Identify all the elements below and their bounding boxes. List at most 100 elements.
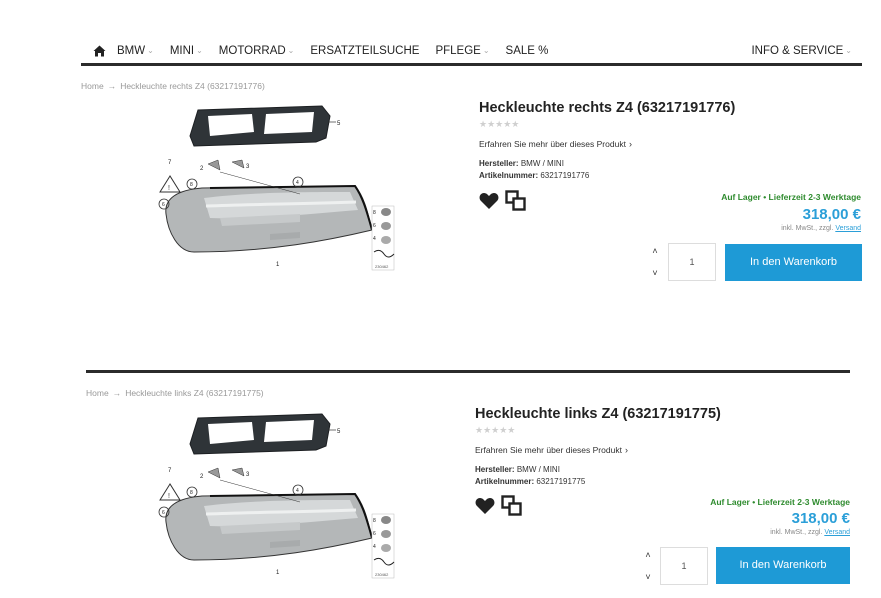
rating-stars: ★★★★★: [475, 425, 516, 435]
learn-more-link[interactable]: Erfahren Sie mehr über dieses Produkt ›: [479, 139, 735, 149]
compare-icon[interactable]: [501, 495, 523, 517]
product-meta: Hersteller: BMW / MINI Artikelnummer: 63…: [479, 158, 735, 182]
nav-item-ersatzteilsuche[interactable]: ERSATZTEILSUCHE: [310, 38, 419, 63]
product-title[interactable]: Heckleuchte links Z4 (63217191775): [475, 406, 721, 422]
svg-text:5: 5: [337, 429, 341, 435]
svg-text:8: 8: [190, 182, 193, 188]
manufacturer-label: Hersteller:: [475, 465, 515, 474]
svg-text:8: 8: [373, 210, 376, 216]
svg-text:6: 6: [162, 510, 165, 516]
add-to-cart-button[interactable]: In den Warenkorb: [725, 244, 862, 281]
shipping-link[interactable]: Versand: [835, 225, 861, 232]
breadcrumb-current[interactable]: Heckleuchte links Z4 (63217191775): [125, 388, 263, 398]
chevron-up-icon[interactable]: ˄: [652, 243, 657, 259]
quantity-input[interactable]: 1: [668, 243, 716, 281]
nav-item-motorrad[interactable]: MOTORRAD ⌄: [219, 38, 295, 63]
chevron-down-icon: ⌄: [196, 46, 203, 55]
article-label: Artikelnummer:: [475, 477, 535, 486]
svg-text:6: 6: [162, 202, 165, 208]
diagram-code: 230462: [375, 264, 389, 269]
breadcrumb: Home → Heckleuchte links Z4 (63217191775): [86, 388, 264, 398]
svg-text:!: !: [168, 493, 170, 500]
breadcrumb-home[interactable]: Home: [86, 388, 109, 398]
tax-note: inkl. MwSt., zzgl. Versand: [781, 225, 861, 232]
add-to-cart-button[interactable]: In den Warenkorb: [716, 547, 850, 584]
manufacturer-label: Hersteller:: [479, 159, 519, 168]
nav-item-pflege[interactable]: PFLEGE ⌄: [435, 38, 489, 63]
product-divider: [86, 370, 850, 373]
tax-note-text: inkl. MwSt., zzgl.: [770, 529, 823, 536]
svg-text:4: 4: [373, 544, 376, 550]
svg-text:6: 6: [373, 223, 376, 229]
article-value: 63217191776: [540, 171, 590, 180]
nav-item-bmw[interactable]: BMW ⌄: [117, 38, 154, 63]
nav-item-label: SALE %: [505, 44, 549, 57]
heart-icon[interactable]: [479, 192, 499, 210]
nav-item-mini[interactable]: MINI ⌄: [170, 38, 203, 63]
shipping-link[interactable]: Versand: [824, 529, 850, 536]
product-info: Heckleuchte rechts Z4 (63217191776) ★★★★…: [479, 100, 735, 182]
product-info: Heckleuchte links Z4 (63217191775) ★★★★★…: [475, 406, 721, 488]
main-navigation: BMW ⌄ MINI ⌄ MOTORRAD ⌄ ERSATZTEILSUCHE …: [81, 38, 862, 66]
chevron-down-icon: ⌄: [287, 46, 295, 55]
quantity-stepper[interactable]: ˄ ˅: [638, 547, 658, 585]
article-label: Artikelnummer:: [479, 171, 539, 180]
nav-item-label: PFLEGE: [435, 44, 481, 57]
manufacturer-value: BMW / MINI: [520, 159, 564, 168]
quantity-stepper[interactable]: ˄ ˅: [645, 243, 665, 281]
home-button[interactable]: [81, 38, 117, 63]
chevron-up-icon[interactable]: ˄: [645, 547, 650, 563]
svg-text:1: 1: [276, 570, 280, 576]
nav-item-sale[interactable]: SALE %: [506, 38, 549, 63]
stock-status: Auf Lager • Lieferzeit 2-3 Werktage: [710, 497, 850, 507]
arrow-right-icon: →: [112, 388, 122, 398]
product-actions: [475, 495, 523, 517]
nav-item-label: ERSATZTEILSUCHE: [310, 44, 420, 57]
tax-note-text: inkl. MwSt., zzgl.: [781, 225, 834, 232]
chevron-down-icon: ⌄: [482, 46, 490, 55]
chevron-right-icon: ›: [624, 445, 628, 455]
stock-status: Auf Lager • Lieferzeit 2-3 Werktage: [721, 192, 861, 202]
product-price: 318,00 €: [791, 510, 850, 527]
chevron-down-icon[interactable]: ˅: [645, 569, 650, 585]
heart-icon[interactable]: [475, 497, 495, 515]
chevron-down-icon: ⌄: [147, 46, 154, 55]
svg-text:1: 1: [276, 262, 280, 268]
product-meta: Hersteller: BMW / MINI Artikelnummer: 63…: [475, 464, 721, 488]
nav-item-label: MINI: [169, 44, 195, 57]
nav-item-label: BMW: [117, 44, 146, 57]
svg-text:5: 5: [337, 121, 341, 127]
product-image[interactable]: 5 7 ! 8 6 2 3 4 1 8 6 4 230462: [150, 102, 400, 274]
chevron-down-icon[interactable]: ˅: [652, 265, 657, 281]
product-price: 318,00 €: [802, 206, 861, 223]
learn-more-label: Erfahren Sie mehr über dieses Produkt: [479, 139, 626, 149]
svg-text:6: 6: [373, 531, 376, 537]
tax-note: inkl. MwSt., zzgl. Versand: [770, 529, 850, 536]
svg-text:3: 3: [246, 164, 250, 170]
quantity-input[interactable]: 1: [660, 547, 708, 585]
svg-text:4: 4: [373, 236, 376, 242]
svg-text:8: 8: [373, 518, 376, 524]
product-image[interactable]: 5 7 ! 8 6 2 3 4 1 8 6 4 230462: [150, 410, 400, 582]
svg-text:7: 7: [168, 160, 172, 166]
breadcrumb-home[interactable]: Home: [81, 81, 104, 91]
chevron-right-icon: ›: [628, 139, 632, 149]
svg-text:2: 2: [200, 474, 204, 480]
compare-icon[interactable]: [505, 190, 527, 212]
home-icon: [93, 45, 105, 56]
svg-text:3: 3: [246, 472, 250, 478]
product-actions: [479, 190, 527, 212]
diagram-code: 230462: [375, 572, 389, 577]
article-value: 63217191775: [536, 477, 586, 486]
svg-text:!: !: [168, 185, 170, 192]
nav-item-label: MOTORRAD: [218, 44, 286, 57]
product-title[interactable]: Heckleuchte rechts Z4 (63217191776): [479, 100, 735, 116]
svg-text:7: 7: [168, 468, 172, 474]
nav-item-info-service[interactable]: INFO & SERVICE ⌄: [751, 38, 852, 63]
learn-more-link[interactable]: Erfahren Sie mehr über dieses Produkt ›: [475, 445, 721, 455]
svg-text:8: 8: [190, 490, 193, 496]
learn-more-label: Erfahren Sie mehr über dieses Produkt: [475, 445, 622, 455]
arrow-right-icon: →: [107, 81, 117, 91]
breadcrumb-current[interactable]: Heckleuchte rechts Z4 (63217191776): [120, 81, 265, 91]
svg-text:2: 2: [200, 166, 204, 172]
